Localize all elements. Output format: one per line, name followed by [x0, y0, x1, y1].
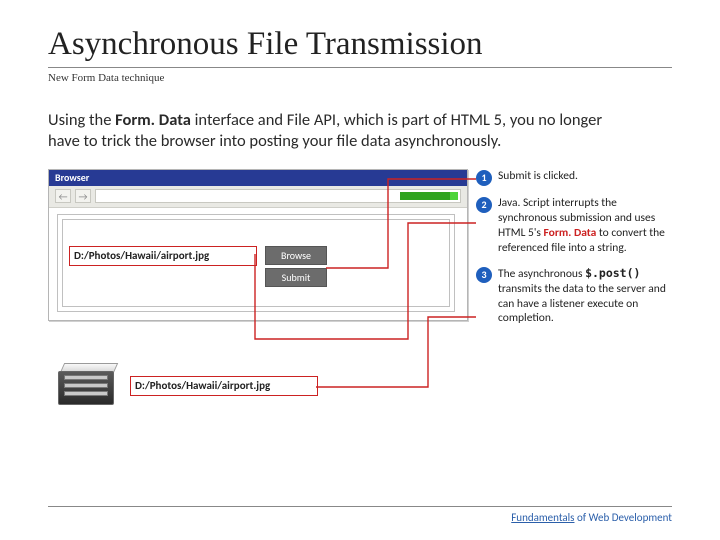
footer-rule — [48, 506, 672, 507]
server-file-box: D:/Photos/Hawaii/airport.jpg — [130, 376, 318, 396]
footer-text: Fundamentals of Web Development — [48, 511, 672, 524]
callout-2-keyword: Form. Data — [544, 226, 597, 240]
body-paragraph: Using the Form. Data interface and File … — [48, 110, 608, 153]
callout-text-2: Java. Script interrupts the synchronous … — [498, 196, 674, 256]
callout-text-3: The asynchronous $.post() transmits the … — [498, 266, 674, 327]
callout-list: 1 Submit is clicked. 2 Java. Script inte… — [476, 169, 674, 337]
server-area: D:/Photos/Hawaii/airport.jpg — [58, 363, 318, 409]
diagram: Browser ← → D:/Photos/Hawaii/airport.jpg… — [48, 169, 672, 439]
callout-3-mono: $.post() — [585, 266, 640, 280]
callout-number-3: 3 — [476, 267, 492, 283]
browser-titlebar: Browser — [49, 170, 467, 186]
body-pre: Using the — [48, 110, 115, 130]
slide-title: Asynchronous File Transmission — [48, 26, 672, 63]
callout-2: 2 Java. Script interrupts the synchronou… — [476, 196, 674, 256]
callout-text-1: Submit is clicked. — [498, 169, 578, 186]
callout-number-2: 2 — [476, 197, 492, 213]
browse-button[interactable]: Browse — [265, 246, 327, 265]
back-button[interactable]: ← — [55, 189, 71, 203]
address-bar[interactable] — [95, 189, 461, 203]
footer: Fundamentals of Web Development — [48, 506, 672, 524]
server-icon — [58, 363, 120, 409]
slide-subtitle: New Form Data technique — [48, 72, 672, 84]
footer-word1: Fundamentals — [511, 511, 574, 524]
callout-3-pre: The asynchronous — [498, 267, 585, 281]
callout-3: 3 The asynchronous $.post() transmits th… — [476, 266, 674, 327]
forward-button[interactable]: → — [75, 189, 91, 203]
browser-title: Browser — [55, 171, 89, 184]
browser-toolbar: ← → — [49, 186, 467, 208]
browser-window: Browser ← → D:/Photos/Hawaii/airport.jpg… — [48, 169, 468, 321]
title-rule — [48, 67, 672, 68]
file-path-input[interactable]: D:/Photos/Hawaii/airport.jpg — [69, 246, 257, 266]
callout-1: 1 Submit is clicked. — [476, 169, 674, 186]
browser-viewport: D:/Photos/Hawaii/airport.jpg Browse Subm… — [49, 208, 467, 318]
callout-number-1: 1 — [476, 170, 492, 186]
body-bold: Form. Data — [115, 110, 191, 130]
callout-3-post: transmits the data to the server and can… — [498, 282, 666, 326]
footer-rest: of Web Development — [574, 511, 672, 524]
submit-button[interactable]: Submit — [265, 268, 327, 287]
progress-indicator — [400, 192, 456, 200]
